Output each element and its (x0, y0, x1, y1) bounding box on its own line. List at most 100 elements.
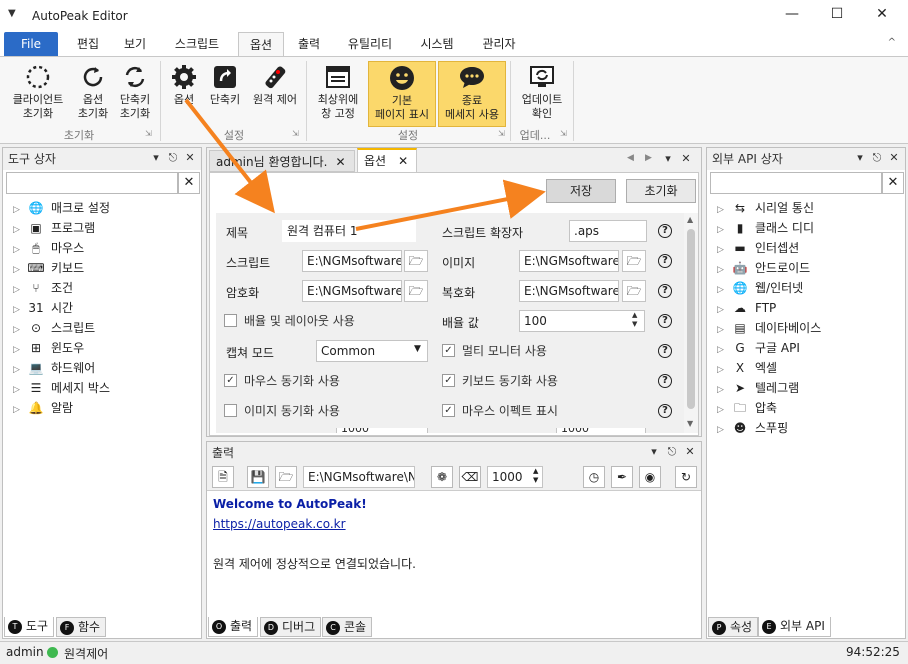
exit-message-button[interactable]: 종료 메세지 사용 (438, 61, 506, 127)
expand-arrow-icon[interactable]: ▷ (717, 320, 731, 340)
mouse-effect-checkbox[interactable]: ✓ (442, 404, 455, 417)
api-tree-item[interactable]: ▷ ☁ FTP (717, 298, 776, 318)
expand-arrow-icon[interactable]: ▷ (717, 380, 731, 400)
api-tree-item[interactable]: ▷ 🌐 웹/인터넷 (717, 278, 803, 298)
decrypt-path-input[interactable]: E:\NGMsoftware\N (519, 280, 619, 302)
group-launcher-icon[interactable]: ⇲ (145, 129, 152, 138)
spinner-arrows-icon[interactable]: ▲ ▼ (632, 311, 637, 329)
api-tree-item[interactable]: ▷ ▬ 인터셉션 (717, 238, 799, 258)
maximize-button[interactable]: ☐ (822, 6, 852, 26)
browse-folder-icon[interactable]: 🗁 (622, 280, 646, 302)
group-launcher-icon[interactable]: ⇲ (292, 129, 299, 138)
menu-options[interactable]: 옵션 (238, 32, 284, 56)
expand-arrow-icon[interactable]: ▷ (13, 380, 27, 400)
expand-arrow-icon[interactable]: ▷ (717, 400, 731, 420)
toolbox-tree-item[interactable]: ▷ 🔔 알람 (13, 398, 73, 418)
api-tree-item[interactable]: ▷ ⇆ 시리얼 통신 (717, 198, 814, 218)
expand-arrow-icon[interactable]: ▷ (13, 220, 27, 240)
close-panel-icon[interactable]: ✕ (683, 445, 697, 458)
api-tree-item[interactable]: ▷ X 엑셀 (717, 358, 777, 378)
group-launcher-icon[interactable]: ⇲ (560, 129, 567, 138)
script-ext-input[interactable]: .aps (569, 220, 647, 242)
menu-output[interactable]: 출력 (286, 32, 332, 56)
reset-client-button[interactable]: 클라이언트 초기화 (4, 61, 72, 127)
menu-admin[interactable]: 관리자 (468, 32, 530, 56)
expand-arrow-icon[interactable]: ▷ (13, 400, 27, 420)
close-window-button[interactable]: ✕ (867, 6, 897, 26)
open-folder-icon[interactable]: 🗁 (275, 466, 297, 488)
toolbox-tree-item[interactable]: ▷ 🖱 마우스 (13, 238, 84, 258)
scroll-down-icon[interactable]: ▼ (687, 419, 693, 428)
check-update-button[interactable]: 업데이트 확인 (514, 61, 570, 127)
expand-arrow-icon[interactable]: ▷ (717, 240, 731, 260)
clear-search-icon[interactable]: ✕ (178, 172, 200, 194)
eraser-icon[interactable]: ⌫ (459, 466, 481, 488)
toolbox-tree-item[interactable]: ▷ ☰ 메세지 박스 (13, 378, 110, 398)
api-tree-item[interactable]: ▷ 🤖 안드로이드 (717, 258, 810, 278)
collapse-ribbon-icon[interactable]: ^ (888, 37, 896, 48)
scale-value-spinner[interactable]: 100 (519, 310, 645, 332)
save-button[interactable]: 저장 (546, 179, 616, 203)
close-panel-icon[interactable]: ✕ (887, 151, 901, 164)
expand-arrow-icon[interactable]: ▷ (717, 300, 731, 320)
api-tree-item[interactable]: ▷ ☻ 스푸핑 (717, 418, 788, 438)
tab-welcome[interactable]: admin님 환영합니다. ✕ (209, 150, 355, 172)
menu-file[interactable]: File (4, 32, 58, 56)
tab-debug[interactable]: D 디버그 (260, 617, 322, 637)
mouse-sync-checkbox[interactable]: ✓ (224, 374, 237, 387)
help-icon[interactable]: ? (658, 314, 672, 328)
expand-arrow-icon[interactable]: ▷ (13, 200, 27, 220)
expand-arrow-icon[interactable]: ▷ (717, 360, 731, 380)
browse-folder-icon[interactable]: 🗁 (404, 280, 428, 302)
script-path-input[interactable]: E:\NGMsoftware\N (302, 250, 402, 272)
expand-arrow-icon[interactable]: ▷ (13, 340, 27, 360)
tab-functions[interactable]: F 함수 (56, 617, 107, 637)
help-icon[interactable]: ? (658, 374, 672, 388)
menu-view[interactable]: 보기 (112, 32, 158, 56)
system-menu-icon[interactable]: ▼ (8, 8, 16, 19)
expand-arrow-icon[interactable]: ▷ (13, 300, 27, 320)
chevron-down-icon[interactable]: ▼ (414, 344, 421, 354)
toolbox-tree-item[interactable]: ▷ ⑂ 조건 (13, 278, 73, 298)
close-tab-icon[interactable]: ✕ (398, 154, 408, 168)
clear-search-icon[interactable]: ✕ (882, 172, 904, 194)
clean-icon[interactable]: ❁ (431, 466, 453, 488)
tab-external-api[interactable]: E 외부 API (758, 617, 831, 637)
close-document-icon[interactable]: ✕ (679, 152, 693, 165)
expand-arrow-icon[interactable]: ▷ (13, 360, 27, 380)
scroll-left-icon[interactable]: ◀ (627, 153, 634, 163)
scroll-up-icon[interactable]: ▲ (687, 215, 693, 224)
api-tree-item[interactable]: ▷ G 구글 API (717, 338, 800, 358)
toolbox-tree-item[interactable]: ▷ ⊙ 스크립트 (13, 318, 95, 338)
expand-arrow-icon[interactable]: ▷ (717, 220, 731, 240)
vertical-scrollbar[interactable]: ▲ ▼ (684, 213, 698, 433)
expand-arrow-icon[interactable]: ▷ (717, 200, 731, 220)
image-sync-checkbox[interactable] (224, 404, 237, 417)
help-icon[interactable]: ? (658, 254, 672, 268)
clock-icon[interactable]: ◷ (583, 466, 605, 488)
panel-menu-icon[interactable]: ▾ (647, 445, 661, 458)
encrypt-path-input[interactable]: E:\NGMsoftware\N (302, 280, 402, 302)
pin-icon[interactable]: ⎋ (166, 151, 180, 165)
menu-edit[interactable]: 편집 (64, 32, 112, 56)
api-tree-item[interactable]: ▷ ▮ 클래스 디디 (717, 218, 814, 238)
hotkeys-button[interactable]: 단축키 (204, 61, 246, 127)
output-path-input[interactable]: E:\NGMsoftware\NG (303, 466, 415, 488)
multi-monitor-checkbox[interactable]: ✓ (442, 344, 455, 357)
toolbox-search-input[interactable] (6, 172, 178, 194)
tab-properties[interactable]: P 속성 (708, 617, 759, 637)
always-on-top-button[interactable]: 최상위에 창 고정 (310, 61, 366, 127)
new-file-icon[interactable]: 🗎 (212, 466, 234, 488)
scale-layout-checkbox[interactable] (224, 314, 237, 327)
browse-folder-icon[interactable]: 🗁 (622, 250, 646, 272)
group-launcher-icon[interactable]: ⇲ (498, 129, 505, 138)
fill-icon[interactable]: ◉ (639, 466, 661, 488)
tab-tools[interactable]: T 도구 (4, 617, 55, 637)
scroll-right-icon[interactable]: ▶ (645, 153, 652, 163)
help-icon[interactable]: ? (658, 344, 672, 358)
toolbox-tree-item[interactable]: ▷ 🌐 매크로 설정 (13, 198, 110, 218)
expand-arrow-icon[interactable]: ▷ (13, 260, 27, 280)
tab-options[interactable]: 옵션 ✕ (357, 148, 417, 172)
log-line-link[interactable]: https://autopeak.co.kr (213, 517, 346, 531)
keyboard-sync-checkbox[interactable]: ✓ (442, 374, 455, 387)
